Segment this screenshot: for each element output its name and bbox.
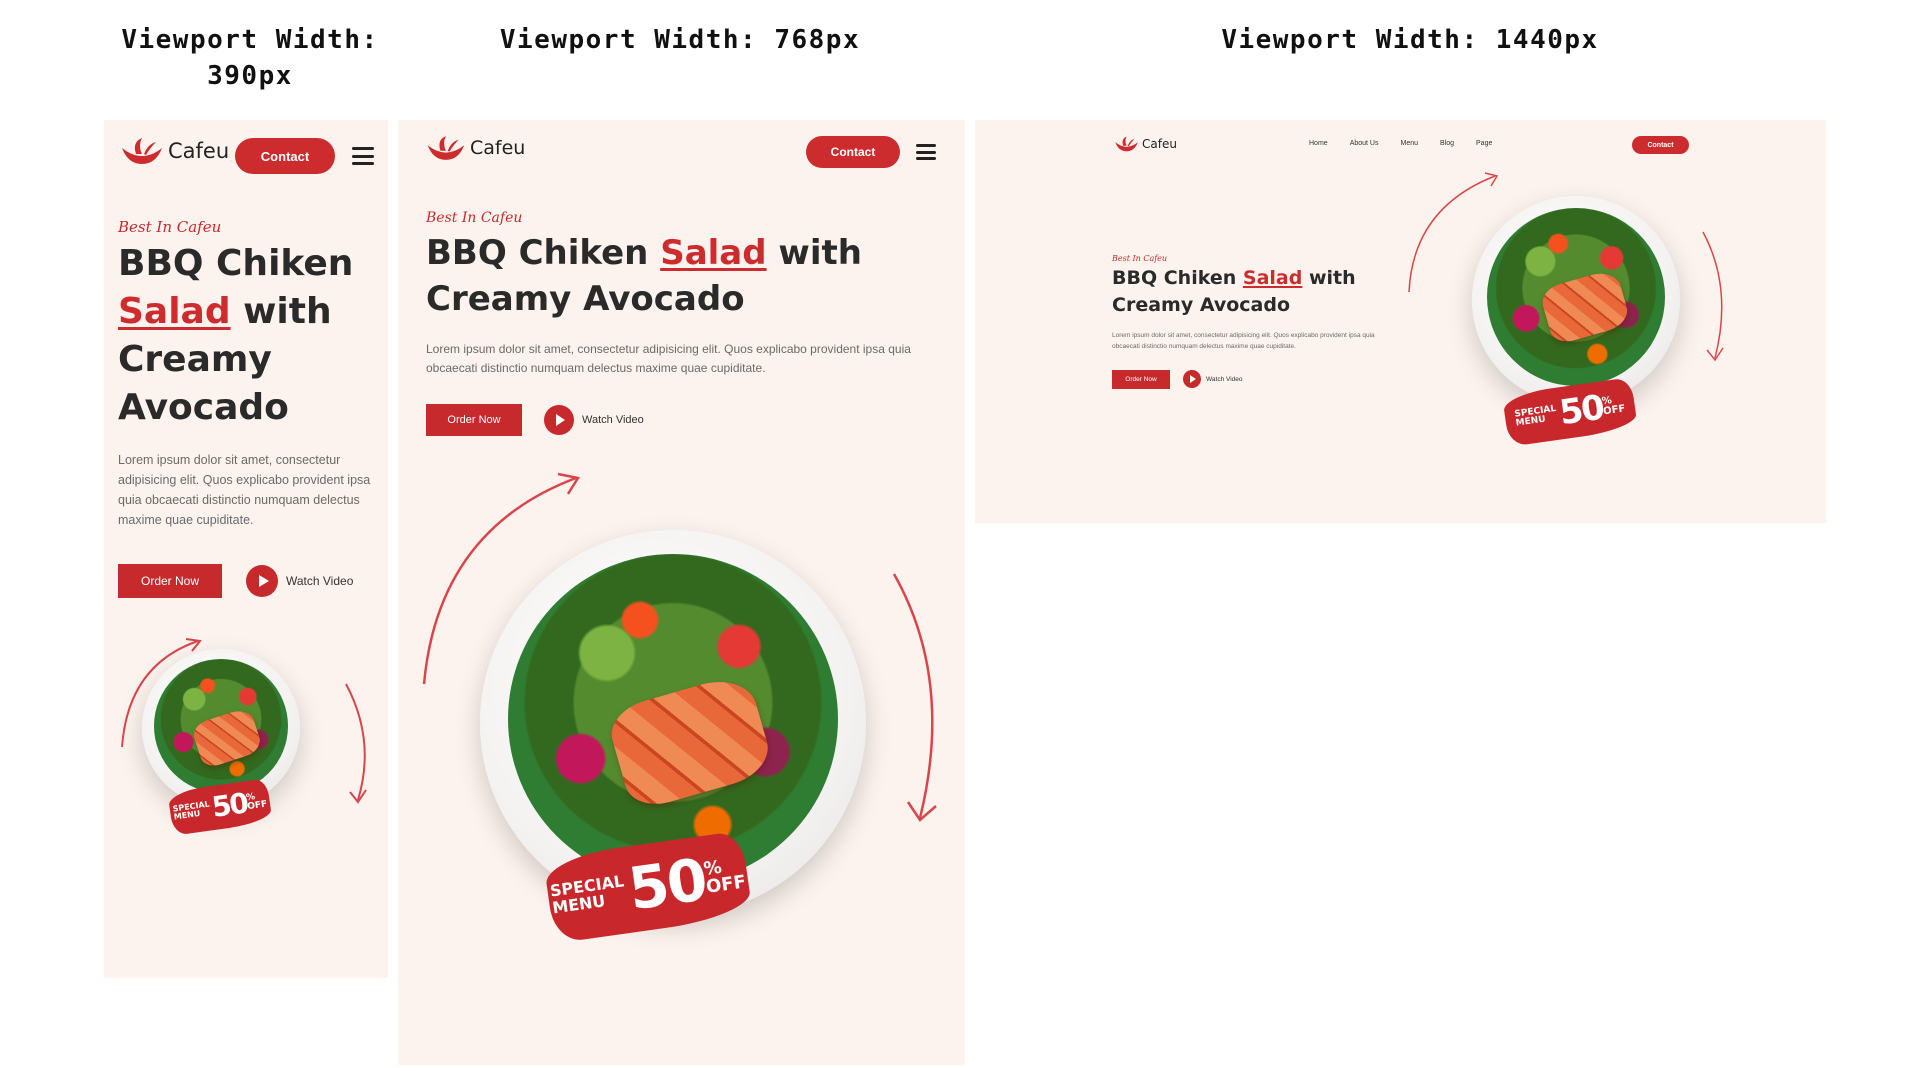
hero-title-line2: Creamy Avocado bbox=[1112, 294, 1291, 316]
hero-dish-image: SPECIAL MENU 50 % OFF bbox=[118, 635, 378, 885]
hero-title-line2: Creamy Avocado bbox=[118, 339, 289, 428]
contact-button[interactable]: Contact bbox=[1632, 136, 1689, 154]
badge-off: OFF bbox=[704, 871, 748, 898]
nav-about[interactable]: About Us bbox=[1350, 140, 1379, 147]
watch-video-label: Watch Video bbox=[1206, 375, 1243, 383]
hero-description: Lorem ipsum dolor sit amet, consectetur … bbox=[1112, 332, 1375, 350]
hero-title-part1: BBQ Chiken bbox=[426, 233, 649, 273]
watch-video-label: Watch Video bbox=[582, 414, 644, 426]
nav-menu[interactable]: Menu bbox=[1400, 140, 1418, 147]
cafeu-logo-icon bbox=[122, 138, 162, 164]
brand-name: Cafeu bbox=[168, 139, 230, 163]
desktop-viewport: Cafeu Home About Us Menu Blog Page Conta… bbox=[975, 120, 1826, 523]
logo[interactable]: Cafeu bbox=[1113, 134, 1177, 154]
hero-title-accent: Salad bbox=[118, 291, 231, 332]
hero-title-part2: with bbox=[243, 291, 332, 332]
curved-arrow-icon bbox=[892, 573, 937, 822]
label-mobile: Viewport Width: 390px bbox=[100, 22, 400, 94]
play-icon bbox=[1183, 370, 1201, 388]
hero-eyebrow: Best In Cafeu bbox=[1112, 254, 1168, 263]
badge-off: OFF bbox=[1602, 403, 1627, 418]
label-desktop-text: Viewport Width: 1440px bbox=[1221, 25, 1599, 55]
hero-dish-image: SPECIAL MENU 50 % OFF bbox=[1405, 168, 1735, 508]
brand-name: Cafeu bbox=[1142, 137, 1177, 151]
nav-page[interactable]: Page bbox=[1476, 140, 1492, 147]
tablet-viewport: Cafeu Contact Best In Cafeu BBQ Chiken S… bbox=[398, 120, 965, 1065]
cafeu-logo-icon bbox=[1115, 136, 1138, 152]
brand-name: Cafeu bbox=[470, 137, 526, 159]
hero-dish-image: SPECIAL MENU 50 % OFF bbox=[418, 470, 958, 1010]
hero-title-part2: with bbox=[1308, 267, 1356, 289]
main-nav: Home About Us Menu Blog Page bbox=[1309, 140, 1492, 147]
watch-video-link[interactable]: Watch Video bbox=[1183, 370, 1243, 388]
mobile-viewport: Cafeu Contact Best In Cafeu BBQ Chiken S… bbox=[104, 120, 388, 978]
hero-title: BBQ Chiken Salad with Creamy Avocado bbox=[1112, 265, 1412, 319]
hamburger-menu-icon[interactable] bbox=[352, 147, 374, 165]
nav-blog[interactable]: Blog bbox=[1440, 140, 1454, 147]
logo[interactable]: Cafeu bbox=[118, 134, 229, 168]
hero-title: BBQ Chiken Salad with Creamy Avocado bbox=[118, 240, 378, 432]
hero-title-part2: with bbox=[778, 233, 862, 273]
label-tablet: Viewport Width: 768px bbox=[420, 22, 940, 58]
hero-title-accent: Salad bbox=[1242, 267, 1303, 289]
hero-title: BBQ Chiken Salad with Creamy Avocado bbox=[426, 230, 946, 322]
cafeu-logo-icon bbox=[427, 136, 465, 160]
hero-title-accent: Salad bbox=[660, 233, 767, 273]
curved-arrow-icon bbox=[345, 683, 367, 804]
badge-off: OFF bbox=[246, 799, 268, 813]
watch-video-link[interactable]: Watch Video bbox=[544, 405, 644, 435]
hero-eyebrow: Best In Cafeu bbox=[118, 218, 222, 236]
label-desktop: Viewport Width: 1440px bbox=[1150, 22, 1670, 58]
order-now-button[interactable]: Order Now bbox=[1112, 370, 1170, 389]
badge-value: 50 bbox=[624, 845, 710, 924]
play-icon bbox=[544, 405, 574, 435]
watch-video-label: Watch Video bbox=[286, 574, 354, 588]
contact-button[interactable]: Contact bbox=[806, 136, 900, 168]
hero-title-part1: BBQ Chiken bbox=[1112, 267, 1237, 289]
label-mobile-text: Viewport Width: 390px bbox=[121, 25, 379, 91]
hero-title-line2: Creamy Avocado bbox=[426, 279, 745, 319]
contact-button[interactable]: Contact bbox=[235, 138, 335, 174]
order-now-button[interactable]: Order Now bbox=[118, 564, 222, 598]
hero-description: Lorem ipsum dolor sit amet, consectetur … bbox=[118, 453, 371, 527]
nav-home[interactable]: Home bbox=[1309, 140, 1328, 147]
label-tablet-text: Viewport Width: 768px bbox=[499, 25, 861, 55]
order-now-button[interactable]: Order Now bbox=[426, 404, 522, 436]
curved-arrow-icon bbox=[1702, 231, 1724, 362]
watch-video-link[interactable]: Watch Video bbox=[246, 565, 353, 597]
hero-description: Lorem ipsum dolor sit amet, consectetur … bbox=[426, 342, 911, 375]
logo[interactable]: Cafeu bbox=[424, 132, 525, 164]
play-icon bbox=[246, 565, 278, 597]
hero-title-part1: BBQ Chiken bbox=[118, 243, 354, 284]
badge-value: 50 bbox=[209, 786, 250, 824]
hero-eyebrow: Best In Cafeu bbox=[426, 210, 523, 226]
badge-value: 50 bbox=[1557, 387, 1606, 434]
hamburger-menu-icon[interactable] bbox=[916, 144, 936, 160]
